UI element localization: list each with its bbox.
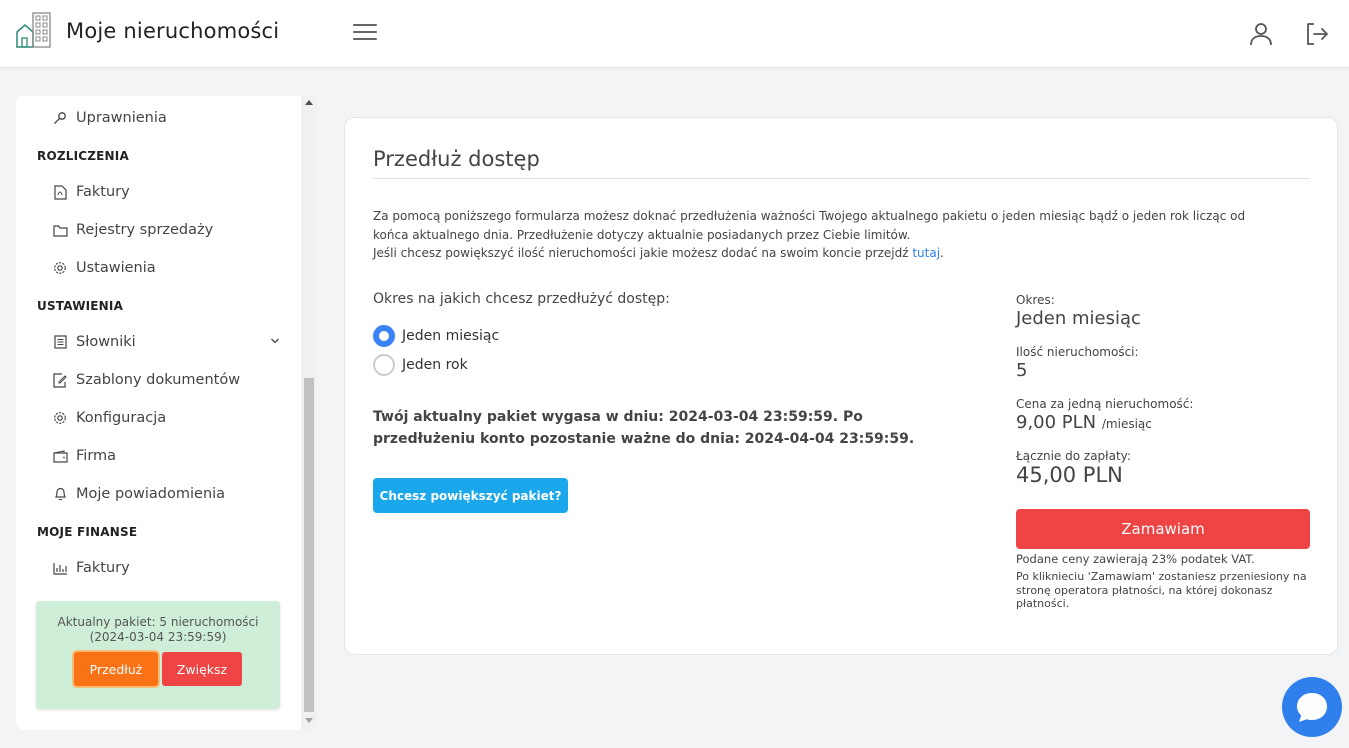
app-title: Moje nieruchomości [66, 19, 280, 43]
option-label: Jeden rok [402, 357, 468, 373]
total-label: Łącznie do zapłaty: [1016, 449, 1131, 463]
chevron-down-icon[interactable] [268, 334, 282, 348]
price-label: Cena za jedną nieruchomość: [1016, 397, 1194, 411]
expiry-info: Twój aktualny pakiet wygasa w dniu: 2024… [373, 409, 915, 447]
hamburger-icon[interactable] [353, 24, 377, 44]
chat-icon [1297, 693, 1327, 722]
package-info-box: Aktualny pakiet: 5 nieruchomości (2024-0… [36, 601, 280, 709]
sidebar-item-uprawnienia[interactable]: Uprawnienia [52, 106, 282, 130]
count-label: Ilość nieruchomości: [1016, 345, 1139, 359]
divider [373, 178, 1310, 179]
enlarge-package-button[interactable]: Chcesz powiększyć pakiet? [373, 478, 568, 513]
sidebar-item-label: Rejestry sprzedaży [76, 222, 214, 238]
page-title: Przedłuż dostęp [373, 147, 540, 171]
sidebar-item-moje-powiadomienia[interactable]: Moje powiadomienia [52, 482, 282, 506]
section-title-ustawienia: USTAWIENIA [37, 299, 124, 313]
period-question: Okres na jakich chcesz przedłużyć dostęp… [373, 291, 670, 307]
sidebar-item-ustawienia[interactable]: Ustawienia [52, 256, 282, 280]
redirect-note: Po kliknieciu 'Zamawiam' zostaniesz prze… [1016, 570, 1307, 610]
scroll-up-arrow-icon[interactable] [305, 100, 313, 105]
option-one-month[interactable]: Jeden miesiąc [373, 325, 499, 347]
logout-icon[interactable] [1304, 21, 1330, 47]
extend-button[interactable]: Przedłuż [74, 652, 158, 686]
price-amount: 9,00 PLN [1016, 412, 1097, 433]
extend-access-card: Przedłuż dostęp Za pomocą poniższego for… [344, 117, 1338, 655]
sidebar-item-label: Uprawnienia [76, 110, 167, 126]
sidebar-item-moje-faktury[interactable]: Faktury [52, 556, 282, 580]
description-text: Jeśli chcesz powiększyć ilość nieruchomo… [373, 246, 913, 260]
price-value: 9,00 PLN /miesiąc [1016, 412, 1152, 433]
building-logo-icon[interactable] [15, 12, 51, 48]
period-value: Jeden miesiąc [1016, 308, 1141, 329]
wallet-icon [52, 448, 68, 464]
sidebar-item-label: Słowniki [76, 334, 136, 350]
radio-one-year[interactable] [373, 354, 395, 376]
section-title-moje-finanse: MOJE FINANSE [37, 525, 138, 539]
option-label: Jeden miesiąc [402, 328, 500, 344]
sidebar-item-faktury[interactable]: Faktury [52, 180, 282, 204]
count-value: 5 [1016, 360, 1028, 381]
description-text: . [940, 246, 944, 260]
top-bar: Moje nieruchomości [0, 0, 1349, 68]
bar-chart-icon [52, 560, 68, 576]
description-text: Za pomocą poniższego formularza możesz d… [373, 209, 1246, 242]
gear-icon [52, 260, 68, 276]
section-title-rozliczenia: ROZLICZENIA [37, 149, 129, 163]
option-one-year[interactable]: Jeden rok [373, 354, 468, 376]
package-expiry-text: (2024-03-04 23:59:59) [89, 630, 227, 644]
description: Za pomocą poniższego formularza możesz d… [373, 207, 1273, 263]
package-info-text: Aktualny pakiet: 5 nieruchomości (2024-0… [36, 615, 280, 645]
increase-button[interactable]: Zwiększ [162, 652, 242, 686]
sidebar-scrollbar[interactable] [301, 96, 317, 730]
upgrade-link[interactable]: tutaj [912, 246, 940, 260]
sidebar: Uprawnienia ROZLICZENIA Faktury Rejestry… [16, 96, 317, 730]
gear-icon [52, 410, 68, 426]
sidebar-item-konfiguracja[interactable]: Konfiguracja [52, 406, 282, 430]
sidebar-item-label: Moje powiadomienia [76, 486, 226, 502]
package-current-text: Aktualny pakiet: 5 nieruchomości [57, 615, 259, 629]
scrollbar-thumb[interactable] [304, 378, 314, 712]
chat-button[interactable] [1282, 677, 1342, 737]
sidebar-item-label: Konfiguracja [76, 410, 167, 426]
scroll-down-arrow-icon[interactable] [305, 718, 313, 723]
price-unit: /miesiąc [1101, 417, 1152, 431]
sidebar-item-label: Firma [76, 448, 117, 464]
sidebar-item-label: Faktury [76, 184, 130, 200]
sidebar-item-rejestry-sprzedazy[interactable]: Rejestry sprzedaży [52, 218, 282, 242]
user-icon[interactable] [1248, 21, 1274, 47]
sidebar-item-label: Faktury [76, 560, 130, 576]
sidebar-item-firma[interactable]: Firma [52, 444, 282, 468]
pdf-file-icon [52, 184, 68, 200]
sidebar-menu: Uprawnienia ROZLICZENIA Faktury Rejestry… [16, 96, 301, 730]
period-label: Okres: [1016, 293, 1055, 307]
bell-icon [52, 486, 68, 502]
folder-icon [52, 222, 68, 238]
order-button[interactable]: Zamawiam [1016, 509, 1310, 549]
document-edit-icon [52, 372, 68, 388]
key-icon [52, 110, 68, 126]
sidebar-item-label: Ustawienia [76, 260, 156, 276]
vat-note: Podane ceny zawierają 23% podatek VAT. [1016, 552, 1255, 566]
total-value: 45,00 PLN [1016, 463, 1123, 487]
sidebar-item-slowniki[interactable]: Słowniki [52, 330, 282, 354]
sidebar-item-szablony-dokumentow[interactable]: Szablony dokumentów [52, 368, 282, 392]
list-icon [52, 334, 68, 350]
radio-one-month[interactable] [373, 325, 395, 347]
sidebar-item-label: Szablony dokumentów [76, 372, 241, 388]
